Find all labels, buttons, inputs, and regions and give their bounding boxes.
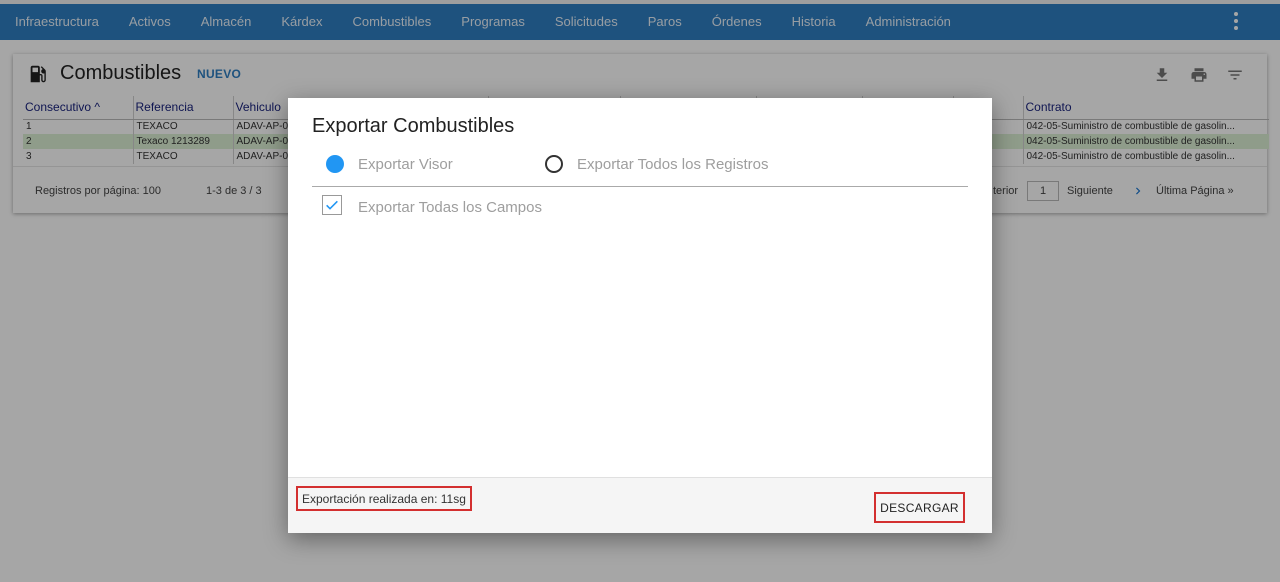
dialog-title: Exportar Combustibles (312, 115, 515, 137)
export-status-text: Exportación realizada en: 11sg (296, 486, 472, 511)
dialog-footer: Exportación realizada en: 11sg DESCARGAR (288, 477, 992, 533)
checkbox-label-export-all-fields[interactable]: Exportar Todas los Campos (358, 199, 542, 216)
radio-label-export-viewer[interactable]: Exportar Visor (358, 156, 453, 173)
download-button[interactable]: DESCARGAR (874, 492, 965, 523)
export-dialog: Exportar Combustibles Exportar Visor Exp… (288, 98, 992, 533)
checkbox-export-all-fields[interactable] (322, 195, 342, 215)
radio-label-export-all-records[interactable]: Exportar Todos los Registros (577, 156, 768, 173)
radio-export-all-records[interactable] (545, 155, 563, 173)
check-icon (326, 200, 338, 210)
radio-export-viewer[interactable] (326, 155, 344, 173)
divider (312, 186, 968, 187)
